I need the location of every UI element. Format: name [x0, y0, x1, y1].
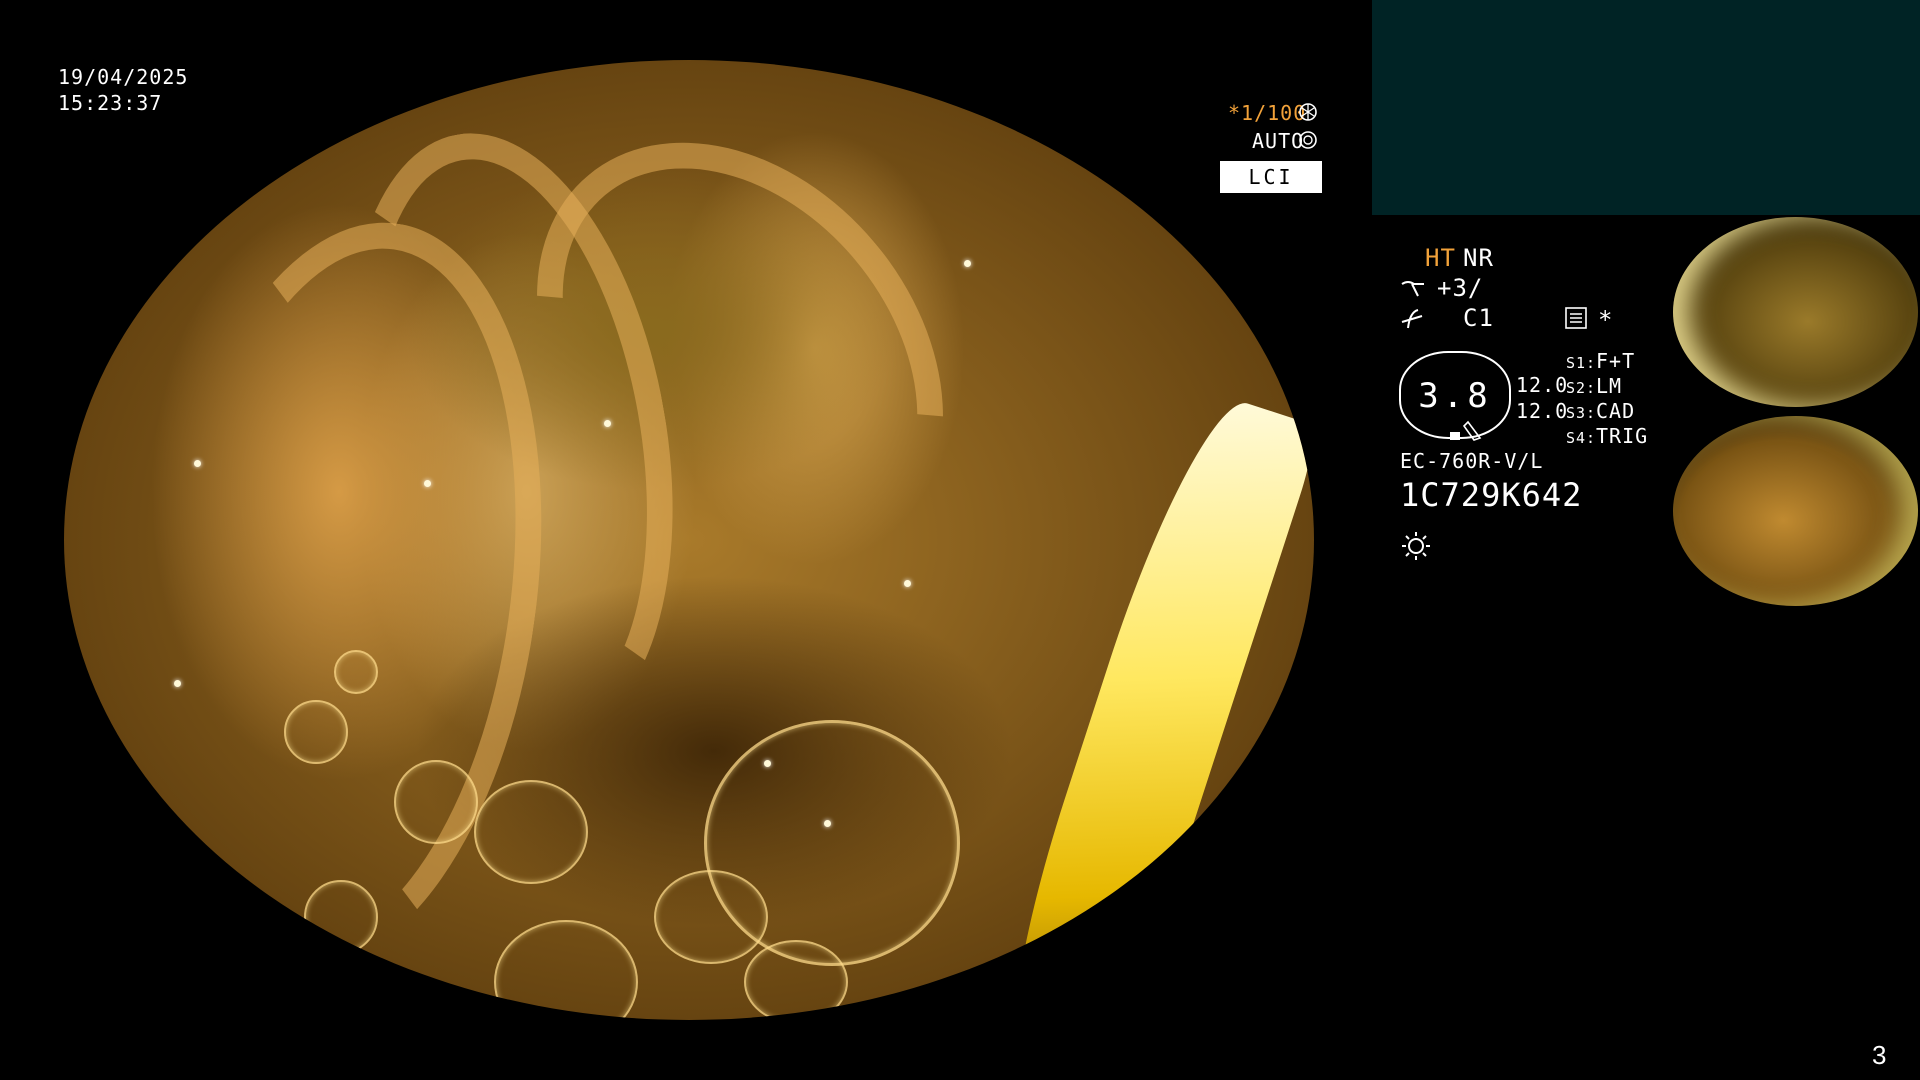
value-a: 12.0: [1516, 373, 1569, 397]
bubble: [334, 650, 378, 694]
ht-label: HT: [1425, 244, 1456, 272]
scope-tip-icon: [1450, 420, 1482, 441]
bubble: [494, 920, 638, 1020]
switch-3-value: CAD: [1596, 399, 1636, 423]
star-marker: *: [1598, 306, 1614, 334]
tone-icon: [1401, 309, 1423, 329]
memo-icon: [1565, 307, 1587, 329]
page-number: 3: [1872, 1040, 1887, 1070]
specular-highlight: [964, 260, 971, 267]
serial-number: 1C729K642: [1400, 476, 1583, 514]
switch-2-value: LM: [1596, 374, 1623, 398]
shutter-speed: *1/100: [1228, 101, 1307, 125]
specular-highlight: [824, 820, 831, 827]
switch-4-value: TRIG: [1596, 424, 1649, 448]
color-mode: C1: [1463, 304, 1494, 332]
bubble: [304, 880, 378, 954]
bubble: [474, 780, 588, 884]
specular-highlight: [174, 680, 181, 687]
switch-1-key: S1:: [1566, 354, 1597, 372]
scope-model: EC-760R-V/L: [1400, 449, 1544, 473]
bubble: [284, 700, 348, 764]
switch-1-value: F+T: [1596, 349, 1636, 373]
thumbnail-image-2[interactable]: [1673, 416, 1918, 606]
lci-mode-indicator: LCI: [1220, 161, 1322, 193]
endoscope-view: [64, 60, 1314, 1020]
light-icon: [1402, 532, 1430, 560]
specular-highlight: [904, 580, 911, 587]
switch-4-key: S4:: [1566, 429, 1597, 447]
enhance-icon: [1401, 281, 1424, 297]
iris-icon: [1299, 131, 1317, 149]
thumbnail-image-1[interactable]: [1673, 217, 1918, 407]
iris-mode: AUTO: [1252, 129, 1305, 153]
nr-label: NR: [1463, 244, 1494, 272]
switch-2-key: S2:: [1566, 379, 1597, 397]
specular-highlight: [424, 480, 431, 487]
light-glare: [975, 387, 1314, 1020]
time-label: 15:23:37: [58, 91, 163, 115]
date-label: 19/04/2025: [58, 65, 189, 89]
specular-highlight: [194, 460, 201, 467]
enhance-level: +3/: [1437, 274, 1484, 302]
info-panel-top: [1372, 0, 1920, 215]
bubble: [704, 720, 960, 966]
shutter-icon: [1299, 103, 1317, 121]
bubble: [394, 760, 478, 844]
switch-3-key: S3:: [1566, 404, 1597, 422]
value-b: 12.0: [1516, 399, 1569, 423]
specular-highlight: [604, 420, 611, 427]
specular-highlight: [764, 760, 771, 767]
